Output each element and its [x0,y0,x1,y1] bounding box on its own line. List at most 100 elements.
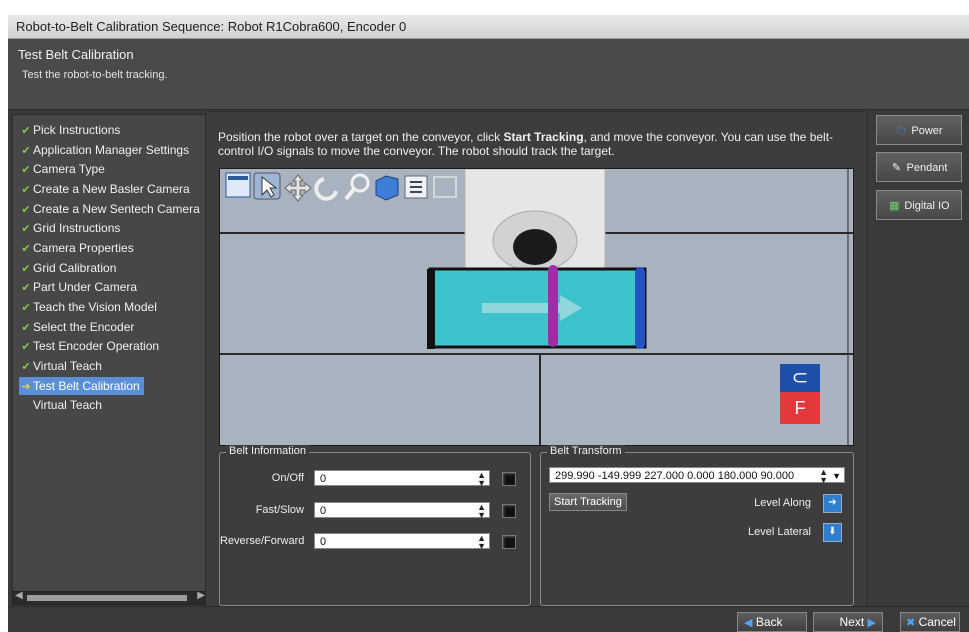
cancel-button[interactable]: ✖ Cancel [900,612,960,632]
check-icon: ✔ [21,302,31,314]
cube-icon[interactable] [375,175,399,201]
arrow-right-icon: ➜ [21,381,31,393]
step-label: Camera Properties [33,241,134,255]
part-end-left [427,269,435,349]
reverse-forward-label: Reverse/Forward [220,535,305,547]
step-label: Teach the Vision Model [33,300,157,314]
step-item[interactable]: ✔ Camera Properties [19,239,134,257]
step-item[interactable]: ✔ Create a New Sentech Camera [19,200,200,218]
spinner-arrows-icon[interactable]: ▲ ▼ [477,503,486,520]
overlay-top: ⊂ [780,364,820,392]
scroll-left-icon[interactable]: ◀ [15,590,23,601]
window-icon-bar [228,176,248,180]
next-button[interactable]: Next ▶ [813,612,883,632]
window-title: Robot-to-Belt Calibration Sequence: Robo… [8,15,969,39]
back-label: Back [755,615,783,629]
step-label: Select the Encoder [33,320,135,334]
power-button[interactable]: ⏻ Power [876,115,962,145]
step-item[interactable]: ✔ Grid Calibration [19,259,116,277]
pendant-button[interactable]: ✎ Pendant [876,152,962,182]
belt-transform-value: 299.990 -149.999 227.000 0.000 180.000 9… [555,470,795,482]
step-label: Part Under Camera [33,280,138,294]
calibration-window: Robot-to-Belt Calibration Sequence: Robo… [8,15,969,632]
power-icon: ⏻ [897,125,906,137]
marker-purple [548,265,558,347]
reverse-forward-value: 0 [320,536,327,548]
step-item[interactable]: ✔ Grid Instructions [19,219,120,237]
step-label: Pick Instructions [33,123,121,137]
on-off-spinner[interactable]: 0 ▲ ▼ [314,470,490,488]
step-header: Test Belt Calibration Test the robot-to-… [8,39,969,110]
step-item[interactable]: ✔ Camera Type [19,160,105,178]
power-label: Power [911,125,943,137]
step-item[interactable]: ✔ Create a New Basler Camera [19,180,190,198]
spinner-arrows-icon[interactable]: ▲ ▼ [477,471,486,488]
step-label: Test Encoder Operation [33,339,160,353]
digital-io-icon: ▦ [889,200,900,212]
fast-slow-label: Fast/Slow [255,504,304,516]
marker-blue [635,267,645,349]
step-label: Test Belt Calibration [33,379,140,393]
chevron-down-icon[interactable]: ▼ [832,468,841,484]
level-along-label: Level Along [754,497,811,509]
check-icon: ✔ [21,282,31,294]
on-off-value: 0 [320,473,327,485]
check-icon: ✔ [21,145,31,157]
fast-slow-spinner[interactable]: 0 ▲ ▼ [314,502,490,520]
step-label: Create a New Basler Camera [33,182,190,196]
digital-io-label: Digital IO [904,200,950,212]
belt-transform-field[interactable]: 299.990 -149.999 227.000 0.000 180.000 9… [549,467,845,485]
step-item-current[interactable]: ➜ Test Belt Calibration [19,377,144,395]
steps-horizontal-scrollbar[interactable]: ◀ ▶ [12,590,208,605]
next-label: Next [839,615,865,629]
step-label: Create a New Sentech Camera [33,202,200,216]
step-subtitle: Test the robot-to-belt tracking. [22,69,168,81]
level-along-button[interactable]: ➔ [823,494,842,513]
arrow-right-icon: ▶ [867,617,876,629]
steps-list: ✔ Pick Instructions ✔ Application Manager … [12,114,206,593]
step-item[interactable]: ✔ Select the Encoder [19,318,134,336]
pendant-label: Pendant [906,162,948,174]
scrollbar-thumb[interactable] [27,595,187,601]
on-off-label: On/Off [271,472,304,484]
step-item[interactable]: ✔ Virtual Teach [19,357,102,375]
on-off-indicator [502,472,516,486]
check-icon: ✔ [21,204,31,216]
spinner-arrows-icon[interactable]: ▲ ▼ [477,534,486,551]
level-lateral-label: Level Lateral [748,526,811,538]
step-label: Grid Calibration [33,261,117,275]
check-icon: ✔ [21,263,31,275]
belt-information-group: Belt Information On/Off 0 ▲ ▼ Fast/Slow 0 ▲… [219,445,531,606]
3d-viewport[interactable]: ⊂ F [219,168,854,446]
check-icon: ✔ [21,164,31,176]
check-icon: ✔ [21,361,31,373]
robot-tool [513,229,557,265]
fast-slow-value: 0 [320,505,327,517]
digital-io-button[interactable]: ▦ Digital IO [876,190,962,220]
close-icon: ✖ [906,617,916,629]
step-label: Camera Type [33,162,105,176]
reverse-forward-indicator [502,535,516,549]
belt-information-legend: Belt Information [226,445,310,457]
step-label: Grid Instructions [33,221,121,235]
start-tracking-button[interactable]: Start Tracking [549,493,627,511]
scroll-right-icon[interactable]: ▶ [197,590,205,601]
step-item[interactable]: ✔ Teach the Vision Model [19,298,157,316]
reverse-forward-spinner[interactable]: 0 ▲ ▼ [314,533,490,551]
step-item[interactable]: ✔ Application Manager Settings [19,141,189,159]
step-item[interactable]: ✔ Test Encoder Operation [19,337,159,355]
instruction-part: Position the robot over a target on the … [218,130,504,144]
step-label: Virtual Teach [33,359,102,373]
step-item[interactable]: Virtual Teach [33,396,102,414]
level-lateral-button[interactable]: ⬇ [823,523,842,542]
instruction-text: Position the robot over a target on the … [218,130,848,158]
step-item[interactable]: ✔ Part Under Camera [19,278,137,296]
back-button[interactable]: ◀ Back [737,612,807,632]
belt-transform-group: Belt Transform 299.990 -149.999 227.000 … [540,445,854,606]
check-icon: ✔ [21,125,31,137]
check-icon: ✔ [21,184,31,196]
belt-transform-legend: Belt Transform [547,445,625,457]
step-item[interactable]: ✔ Pick Instructions [19,121,120,139]
spinner-arrows-icon[interactable]: ▲ ▼ [819,468,828,485]
check-icon: ✔ [21,243,31,255]
